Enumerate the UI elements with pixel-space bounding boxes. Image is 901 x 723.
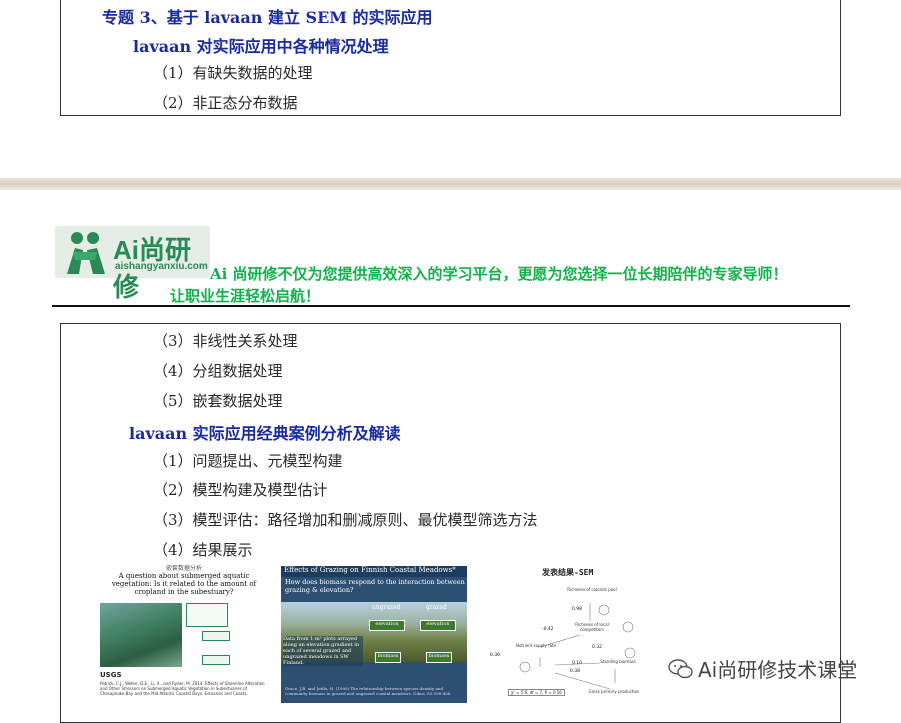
sem-coef-6: 0.36 — [490, 653, 501, 658]
fig1-box-a — [186, 603, 228, 627]
header-rule — [52, 305, 850, 307]
fig2-node-biomass-1: biomass — [375, 652, 401, 663]
fig2-question: How does biomass respond to the interact… — [285, 578, 465, 594]
wechat-watermark: Ai尚研修技术课堂 — [668, 654, 857, 683]
top-item-2: （2）非正态分布数据 — [153, 94, 298, 112]
fig2-node-elevation-1: elevation — [369, 620, 405, 631]
sem-coef-1: 0.98 — [572, 607, 583, 612]
sem-node-1: Richness of colonist pool — [567, 587, 617, 592]
sem-coef-2: -0.42 — [542, 627, 554, 632]
fig1-question: A question about submerged aquatic veget… — [111, 572, 257, 596]
top-item-1: （1）有缺失数据的处理 — [153, 64, 313, 82]
sem-node-3: Nutrient supply rate — [515, 643, 557, 648]
fig2-node-elevation-2: elevation — [420, 620, 456, 631]
section-title: 专题 3、基于 lavaan 建立 SEM 的实际应用 — [102, 8, 433, 27]
logo-url: aishangyanxiu.com — [115, 261, 208, 272]
fig2-label-ungrazed: ungrazed — [372, 604, 401, 611]
case-item-4: （4）结果展示 — [153, 541, 253, 559]
sem-path-diagram — [519, 603, 636, 690]
case-item-3: （3）模型评估：路径增加和删减原则、最优模型筛选方法 — [153, 511, 538, 529]
fig2-citation: Grace, J.B. and Jutila, H. (1999) The re… — [285, 686, 452, 696]
sem-fit-stats: χ² = 5.9, df = 7, P = 0.56 — [508, 689, 565, 696]
fig2-node-biomass-2: biomass — [426, 652, 452, 663]
sem-node-2: Richness of local competitors — [575, 622, 609, 632]
case-item-2: （2）模型构建及模型估计 — [153, 481, 328, 499]
slogan-line-2: 让职业生涯轻松启航！ — [170, 287, 321, 305]
usgs-logo: USGS — [100, 671, 122, 679]
figure-3-diagram: 发表结果-SEM Richness of colonist pool Richn… — [480, 565, 680, 705]
slogan-line-1: Ai 尚研修不仅为您提供高效深入的学习平台，更愿为您选择一位长期陪伴的专家导师！ — [210, 265, 788, 283]
brand-logo: Ai尚研修 aishangyanxiu.com — [55, 226, 210, 302]
fig1-citation: Patrick, C.J., Weller, D.E., Li, X., and… — [100, 681, 265, 696]
sem-coef-3: 0.32 — [592, 645, 603, 650]
sem-coef-4: 0.10 — [572, 661, 583, 666]
fig1-header: 嵌套数据分析 — [165, 565, 202, 572]
fig1-box-b — [202, 631, 230, 641]
figure-2-slide: Effects of Grazing on Finnish Coastal Me… — [281, 566, 467, 703]
sem-node-5: Gross primary production — [588, 689, 640, 694]
fig1-photo — [100, 603, 182, 667]
main-item-3: （3）非线性关系处理 — [153, 332, 298, 350]
figure-1-slide: 嵌套数据分析 A question about submerged aquati… — [98, 563, 270, 703]
main-item-4: （4）分组数据处理 — [153, 362, 283, 380]
case-item-1: （1）问题提出、元模型构建 — [153, 452, 343, 470]
sem-coef-5: 0.38 — [570, 669, 581, 674]
page-break — [0, 178, 901, 190]
fig1-box-c — [202, 655, 230, 665]
people-icon — [67, 232, 105, 274]
fig2-label-grazed: grazed — [426, 604, 447, 611]
wechat-icon — [668, 658, 693, 678]
top-subheading: lavaan 对实际应用中各种情况处理 — [133, 37, 389, 56]
sem-node-4: Standing biomass — [600, 659, 636, 664]
main-subheading: lavaan 实际应用经典案例分析及解读 — [129, 424, 401, 443]
fig2-desc: Data from 1-m² plots arrayed along an el… — [283, 636, 363, 666]
main-item-5: （5）嵌套数据处理 — [153, 392, 283, 410]
watermark-text: Ai尚研修技术课堂 — [698, 658, 858, 682]
fig2-title: Effects of Grazing on Finnish Coastal Me… — [281, 566, 467, 577]
